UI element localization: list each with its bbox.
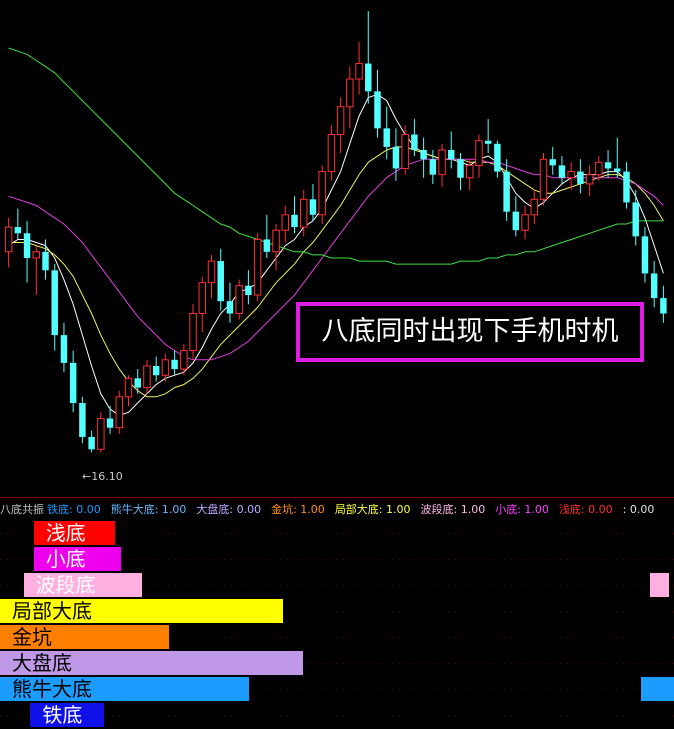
candle — [152, 356, 160, 382]
candle — [484, 119, 492, 154]
candle — [318, 165, 326, 225]
candle — [336, 97, 345, 154]
candle — [448, 131, 455, 169]
legend-item: 熊牛大底: 1.00 — [110, 503, 187, 516]
candle — [97, 412, 105, 453]
candle — [23, 220, 31, 283]
candle — [272, 224, 280, 271]
candle — [530, 190, 539, 225]
ma-line-1 — [8, 93, 664, 416]
candle — [60, 322, 68, 373]
candle — [632, 190, 639, 246]
candle — [558, 156, 566, 184]
candle — [235, 279, 243, 320]
ma-line-4 — [8, 47, 664, 265]
signal-label: 金坑 — [12, 625, 52, 649]
legend-item: 浅底: 0.00 — [558, 503, 613, 516]
candle — [291, 196, 298, 234]
legend-item: 八底共振 — [0, 503, 44, 516]
candle — [309, 183, 317, 221]
candle — [585, 165, 594, 197]
candle — [641, 227, 649, 283]
candle — [245, 270, 252, 305]
candle — [438, 143, 446, 187]
panel-separator — [0, 497, 674, 498]
candle — [226, 282, 234, 323]
signal-label: 波段底 — [35, 573, 96, 597]
candle — [14, 208, 22, 240]
low-price-label: ←16.10 — [82, 470, 123, 483]
candle — [365, 11, 372, 104]
candle — [475, 134, 483, 178]
candle — [32, 245, 41, 296]
candle — [281, 205, 290, 243]
candle — [134, 369, 141, 394]
signal-label: 铁底 — [42, 703, 83, 727]
legend-item: 局部大底: 1.00 — [334, 503, 411, 516]
candle — [521, 205, 529, 240]
legend-item: 金坑: 1.00 — [271, 503, 325, 516]
candle — [549, 146, 556, 175]
candle — [577, 159, 584, 194]
candle — [660, 285, 667, 323]
candle — [346, 66, 354, 129]
signal-label: 熊牛大底 — [12, 677, 92, 701]
candle — [143, 359, 151, 394]
legend-item: : 0.00 — [622, 503, 655, 516]
candle — [503, 159, 510, 221]
signal-bar-recent — [641, 677, 674, 701]
legend-item: 铁底: 0.00 — [47, 503, 101, 516]
price-chart — [4, 11, 667, 453]
candle — [124, 375, 133, 407]
candle — [69, 350, 77, 413]
legend-item: 小底: 1.00 — [495, 503, 549, 516]
candle — [198, 276, 207, 333]
legend-item: 大盘底: 0.00 — [196, 503, 262, 516]
candle — [512, 196, 520, 237]
candle — [217, 248, 224, 311]
candle — [189, 304, 197, 360]
candle — [263, 214, 271, 258]
candle — [355, 41, 363, 95]
annotation-box: 八底同时出现下手机时机 — [296, 302, 644, 362]
candle — [623, 162, 630, 209]
candle — [374, 69, 381, 138]
candle — [401, 125, 409, 175]
candle — [420, 137, 427, 178]
candle — [650, 261, 658, 308]
candle — [171, 350, 178, 376]
signal-label: 浅底 — [45, 521, 86, 545]
indicator-panel: 浅底 小底 波段底 局部大底 金坑 大盘底 熊牛大底 铁底 — [0, 517, 674, 729]
signal-label: 小底 — [45, 547, 86, 571]
candle — [51, 264, 58, 351]
candle — [42, 239, 49, 280]
signal-label: 大盘底 — [12, 651, 72, 675]
signal-bar-recent — [650, 573, 669, 597]
candle — [180, 344, 188, 376]
candle — [494, 140, 501, 178]
candle — [207, 254, 216, 299]
indicator-legend: 八底共振 铁底: 0.00 熊牛大底: 1.00 大盘底: 0.00 金坑: 1.00 局… — [0, 503, 664, 517]
candle — [327, 125, 336, 181]
candle — [4, 217, 13, 268]
candle — [79, 396, 86, 444]
annotation-text: 八底同时出现下手机时机 — [321, 316, 619, 347]
candle — [115, 390, 124, 434]
candle — [88, 430, 95, 453]
candle — [539, 153, 548, 206]
signal-label: 局部大底 — [12, 599, 92, 623]
candle — [253, 233, 262, 302]
candle — [604, 149, 612, 178]
candle — [457, 153, 464, 191]
legend-item: 波段底: 1.00 — [420, 503, 486, 516]
